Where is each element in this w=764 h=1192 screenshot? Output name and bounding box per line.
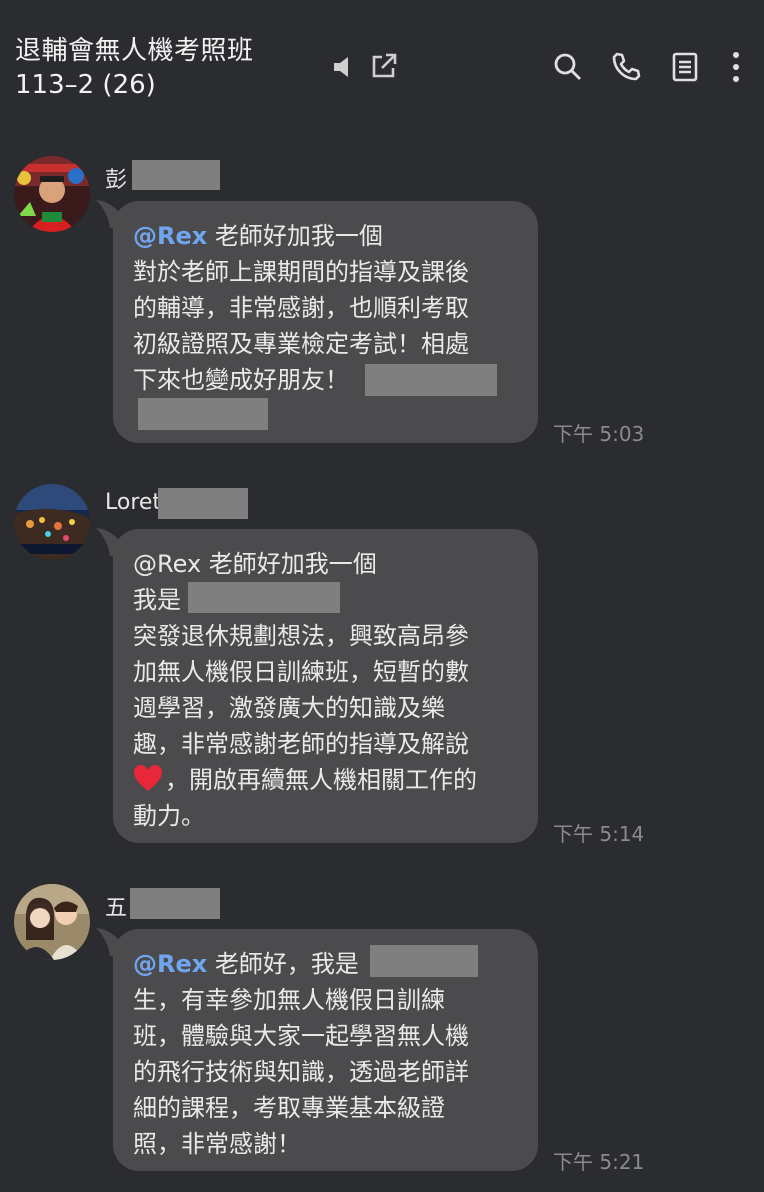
message-line: 的飛行技術與知識，透過老師詳 — [133, 1058, 469, 1086]
timestamp: 下午 5:03 — [553, 422, 645, 446]
chat-header: 退輔會無人機考照班 113–2 (26) — [0, 0, 764, 130]
redaction — [188, 582, 340, 613]
message-line: 對於老師上課期間的指導及課後 — [133, 258, 469, 286]
message-line: 的輔導，非常感謝，也順利考取 — [133, 294, 469, 322]
redaction — [132, 160, 220, 190]
timestamp: 下午 5:21 — [553, 1150, 645, 1174]
message-line: ，開啟再續無人機相關工作的 — [165, 766, 477, 794]
message-line: 老師好，我是 — [214, 950, 359, 978]
message-line: 突發退休規劃想法，興致高昂參 — [133, 622, 469, 650]
message-line: 老師好加我一個 — [214, 222, 383, 250]
message-line: 照，非常感謝！ — [133, 1130, 301, 1158]
message-bubble[interactable]: @Rex 老師好加我一個 我是 突發退休規劃想法，興致高昂參 加無人機假日訓練班… — [113, 529, 538, 843]
speaker-icon[interactable] — [332, 54, 358, 80]
sender-name: 五 — [105, 896, 128, 921]
mention[interactable]: @Rex — [133, 550, 201, 578]
sender-name: 彭 — [105, 168, 128, 193]
message-line: 週學習，激發廣大的知識及樂 — [133, 694, 445, 722]
avatar[interactable] — [14, 884, 90, 960]
mention[interactable]: @Rex — [133, 950, 207, 978]
avatar[interactable] — [14, 156, 90, 232]
chat-title: 退輔會無人機考照班 — [15, 36, 254, 66]
redaction — [130, 888, 220, 919]
avatar[interactable] — [14, 484, 90, 560]
mention[interactable]: @Rex — [133, 222, 207, 250]
heart-icon — [134, 765, 162, 791]
message-line: 動力。 — [133, 802, 205, 830]
message-line: 老師好加我一個 — [208, 550, 377, 578]
message-line: 加無人機假日訓練班，短暫的數 — [133, 658, 469, 686]
popout-icon[interactable] — [370, 52, 398, 80]
chat-subtitle: 113–2 (26) — [15, 70, 156, 100]
message-line: 細的課程，考取專業基本級證 — [133, 1094, 445, 1122]
message-line: 趣，非常感謝老師的指導及解說 — [133, 730, 469, 758]
redaction — [138, 398, 268, 430]
redaction — [158, 488, 248, 519]
phone-icon[interactable] — [610, 51, 642, 83]
search-icon[interactable] — [553, 52, 583, 82]
sender-name: Loret — [105, 490, 162, 515]
notes-icon[interactable] — [671, 51, 699, 83]
message-line: 初級證照及專業檢定考試！相處 — [133, 330, 469, 358]
more-icon[interactable] — [730, 50, 742, 84]
timestamp: 下午 5:14 — [553, 822, 645, 846]
redaction — [365, 364, 497, 396]
message-line: 班，體驗與大家一起學習無人機 — [133, 1022, 469, 1050]
message-line: 生，有幸參加無人機假日訓練 — [133, 986, 445, 1014]
redaction — [370, 945, 478, 977]
